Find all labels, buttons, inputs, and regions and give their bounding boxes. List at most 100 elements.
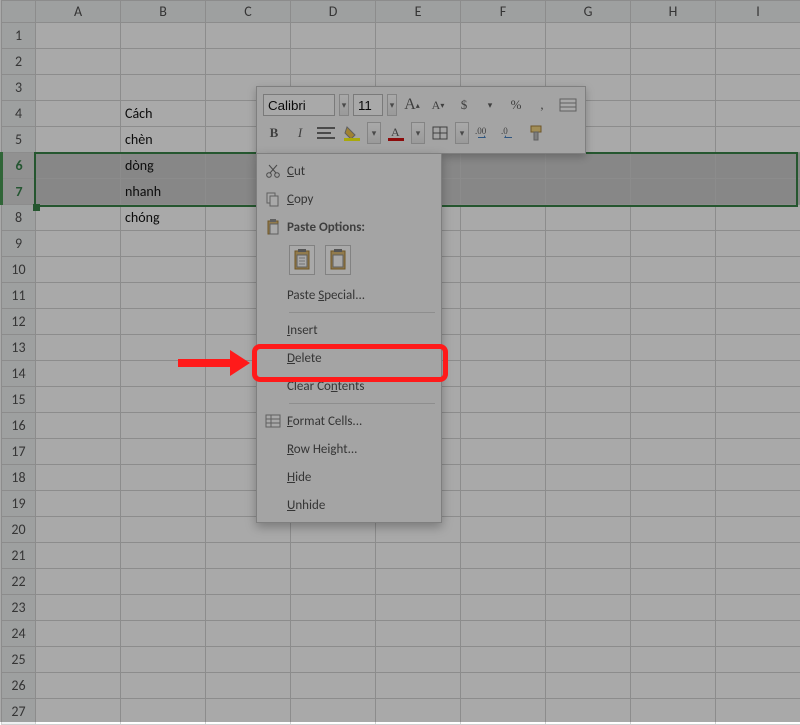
fill-color-dropdown[interactable]: ▾ xyxy=(367,122,381,144)
cell[interactable] xyxy=(631,335,716,361)
row-header[interactable]: 9 xyxy=(2,231,36,257)
cell[interactable] xyxy=(461,257,546,283)
cell[interactable] xyxy=(36,75,121,101)
cell[interactable] xyxy=(461,465,546,491)
cell[interactable] xyxy=(631,387,716,413)
cell[interactable] xyxy=(631,257,716,283)
cell[interactable] xyxy=(36,101,121,127)
cell[interactable] xyxy=(546,517,631,543)
cell[interactable] xyxy=(716,101,800,127)
cell[interactable] xyxy=(121,439,206,465)
cell[interactable] xyxy=(121,257,206,283)
cell[interactable] xyxy=(546,23,631,49)
cell[interactable] xyxy=(121,673,206,699)
cell[interactable] xyxy=(461,387,546,413)
cell[interactable] xyxy=(631,465,716,491)
row-header[interactable]: 5 xyxy=(2,127,36,153)
cell[interactable] xyxy=(716,491,800,517)
cell[interactable] xyxy=(461,439,546,465)
row-header[interactable]: 15 xyxy=(2,387,36,413)
cell[interactable] xyxy=(546,439,631,465)
cell[interactable] xyxy=(631,491,716,517)
cell[interactable] xyxy=(291,699,376,725)
cell[interactable] xyxy=(36,491,121,517)
cell[interactable] xyxy=(546,647,631,673)
menu-cut[interactable]: CCutut xyxy=(259,157,439,185)
cell[interactable] xyxy=(291,621,376,647)
cell[interactable] xyxy=(631,361,716,387)
cell[interactable] xyxy=(716,699,800,725)
cell[interactable] xyxy=(36,543,121,569)
cell[interactable] xyxy=(631,231,716,257)
column-header[interactable]: C xyxy=(206,1,291,23)
cell[interactable] xyxy=(36,49,121,75)
italic-button[interactable]: I xyxy=(289,122,311,144)
cell[interactable] xyxy=(716,283,800,309)
row-header[interactable]: 7 xyxy=(2,179,36,205)
menu-insert[interactable]: Insert xyxy=(259,316,439,344)
cell[interactable] xyxy=(291,543,376,569)
cell[interactable] xyxy=(461,153,546,179)
cell[interactable] xyxy=(36,283,121,309)
paste-option-values[interactable] xyxy=(325,245,351,275)
cell[interactable] xyxy=(36,647,121,673)
cell[interactable] xyxy=(121,543,206,569)
cell[interactable] xyxy=(546,205,631,231)
cell[interactable] xyxy=(36,205,121,231)
increase-font-button[interactable]: A▴ xyxy=(401,94,423,116)
comma-format-button[interactable]: , xyxy=(531,94,553,116)
row-header[interactable]: 16 xyxy=(2,413,36,439)
row-header[interactable]: 2 xyxy=(2,49,36,75)
cell[interactable] xyxy=(461,49,546,75)
cell[interactable] xyxy=(206,23,291,49)
cell[interactable] xyxy=(461,335,546,361)
cell[interactable] xyxy=(716,361,800,387)
row-header[interactable]: 6 xyxy=(2,153,36,179)
cell[interactable] xyxy=(36,153,121,179)
cell[interactable] xyxy=(461,491,546,517)
menu-format-cells[interactable]: Format Cells... xyxy=(259,407,439,435)
cell[interactable] xyxy=(631,543,716,569)
cell[interactable]: Cách xyxy=(121,101,206,127)
cell[interactable] xyxy=(206,647,291,673)
cell[interactable] xyxy=(716,595,800,621)
cell[interactable] xyxy=(461,699,546,725)
row-header[interactable]: 17 xyxy=(2,439,36,465)
cell[interactable] xyxy=(716,257,800,283)
cell[interactable] xyxy=(206,621,291,647)
column-header[interactable]: I xyxy=(716,1,800,23)
cell[interactable] xyxy=(716,413,800,439)
cell[interactable] xyxy=(461,569,546,595)
column-header[interactable]: D xyxy=(291,1,376,23)
cell[interactable] xyxy=(206,595,291,621)
cell[interactable] xyxy=(631,205,716,231)
cell[interactable] xyxy=(631,439,716,465)
cell[interactable] xyxy=(631,75,716,101)
cell[interactable] xyxy=(376,23,461,49)
cell[interactable] xyxy=(631,179,716,205)
cell[interactable] xyxy=(36,361,121,387)
cell[interactable] xyxy=(291,23,376,49)
column-header[interactable]: F xyxy=(461,1,546,23)
cell[interactable] xyxy=(206,699,291,725)
cell[interactable] xyxy=(121,699,206,725)
row-header[interactable]: 20 xyxy=(2,517,36,543)
cell[interactable] xyxy=(36,231,121,257)
cell[interactable] xyxy=(546,309,631,335)
cell[interactable] xyxy=(546,49,631,75)
cell[interactable] xyxy=(36,595,121,621)
cell[interactable] xyxy=(631,127,716,153)
cell[interactable] xyxy=(546,179,631,205)
cell[interactable] xyxy=(36,465,121,491)
cell[interactable] xyxy=(546,257,631,283)
row-header[interactable]: 22 xyxy=(2,569,36,595)
cell[interactable] xyxy=(546,335,631,361)
cell[interactable] xyxy=(36,335,121,361)
cell[interactable] xyxy=(121,647,206,673)
font-color-button[interactable]: A xyxy=(385,122,407,144)
row-header[interactable]: 27 xyxy=(2,699,36,725)
cell[interactable] xyxy=(121,231,206,257)
cell[interactable] xyxy=(546,387,631,413)
cell[interactable] xyxy=(716,205,800,231)
cell[interactable] xyxy=(546,361,631,387)
